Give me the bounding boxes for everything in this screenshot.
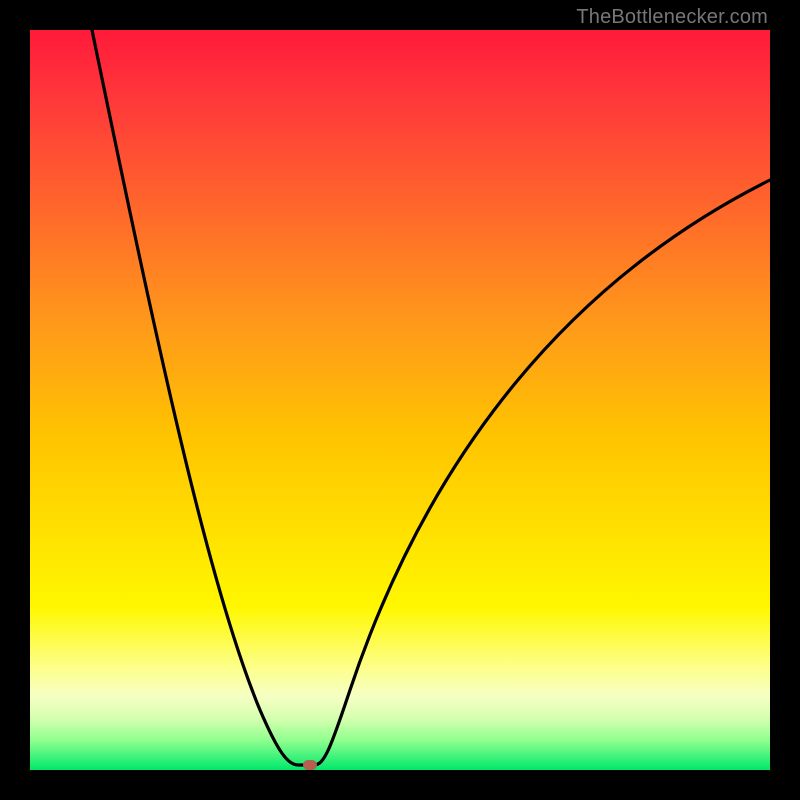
plot-area: [30, 30, 770, 770]
minimum-marker: [303, 760, 317, 770]
bottleneck-curve: [92, 30, 770, 765]
chart-frame: TheBottlenecker.com: [0, 0, 800, 800]
curve-svg: [30, 30, 770, 770]
watermark-text: TheBottlenecker.com: [576, 6, 768, 29]
